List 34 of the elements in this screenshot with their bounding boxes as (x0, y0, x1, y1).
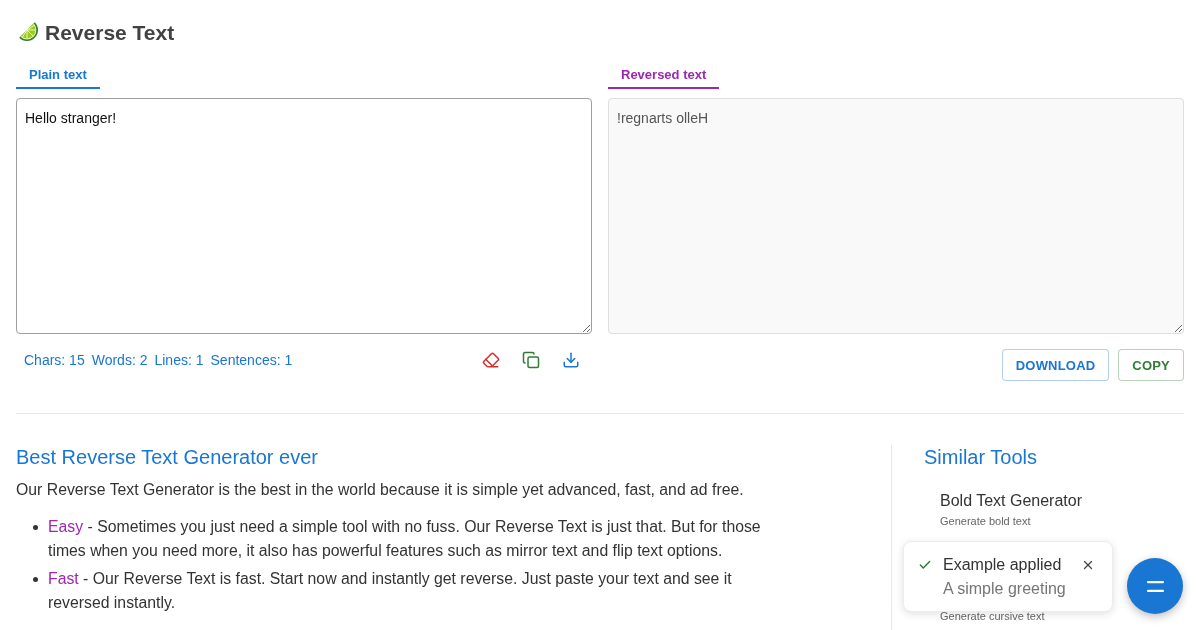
copy-icon (522, 351, 540, 369)
download-button[interactable] (561, 350, 581, 370)
check-icon (918, 558, 932, 572)
bullet-icon (33, 577, 38, 582)
action-button[interactable]: DOWNLOAD (1001, 349, 1110, 381)
tool-description: Generate cursive text (940, 609, 1046, 623)
text-field[interactable]: Hello stranger! (16, 98, 592, 334)
tab[interactable]: Plain text (16, 60, 100, 89)
sidebar-heading: Similar Tools (924, 445, 1038, 469)
intro-paragraph: Our Reverse Text Generator is the best in the world because it is simple yet advanced, fast, and ad free. (16, 480, 745, 500)
tool-title[interactable]: Bold Text Generator (940, 491, 1184, 511)
download-icon (562, 351, 580, 369)
copy-button[interactable] (521, 350, 541, 370)
section-heading: Best Reverse Text Generator ever (16, 445, 319, 469)
close-icon (1081, 558, 1095, 572)
toast-message: A simple greeting (942, 579, 1067, 599)
clear-button[interactable] (481, 350, 501, 370)
stat-text: Words: 2 (91, 352, 148, 368)
bullet-icon (33, 525, 38, 530)
tool-description: Generate bold text (940, 514, 1032, 528)
feature-text: Easy - Sometimes you just need a simple tool with no fuss. Our Reverse Text is just that. But for those times when you need more, it also has powerful features such as mirror text and flip text options. (48, 517, 762, 561)
eraser-icon (482, 351, 500, 369)
equals-icon (1146, 580, 1164, 592)
text-field[interactable]: !regnarts olleH (608, 98, 1184, 334)
stat-text: Sentences: 1 (210, 352, 293, 368)
action-button[interactable]: COPY (1118, 349, 1184, 381)
stat-text: Chars: 15 (24, 352, 85, 368)
close-button[interactable] (1081, 558, 1095, 572)
feature-text: Fast - Our Reverse Text is fast. Start now and instantly get reverse. Just paste your text and see it reversed instantly. (48, 569, 733, 613)
stat-text: Lines: 1 (154, 352, 204, 368)
floating-action-button[interactable] (1127, 558, 1183, 614)
toast-title: Example applied (943, 556, 1062, 574)
tab[interactable]: Reversed text (608, 60, 720, 89)
page-title: Reverse Text (45, 20, 175, 46)
